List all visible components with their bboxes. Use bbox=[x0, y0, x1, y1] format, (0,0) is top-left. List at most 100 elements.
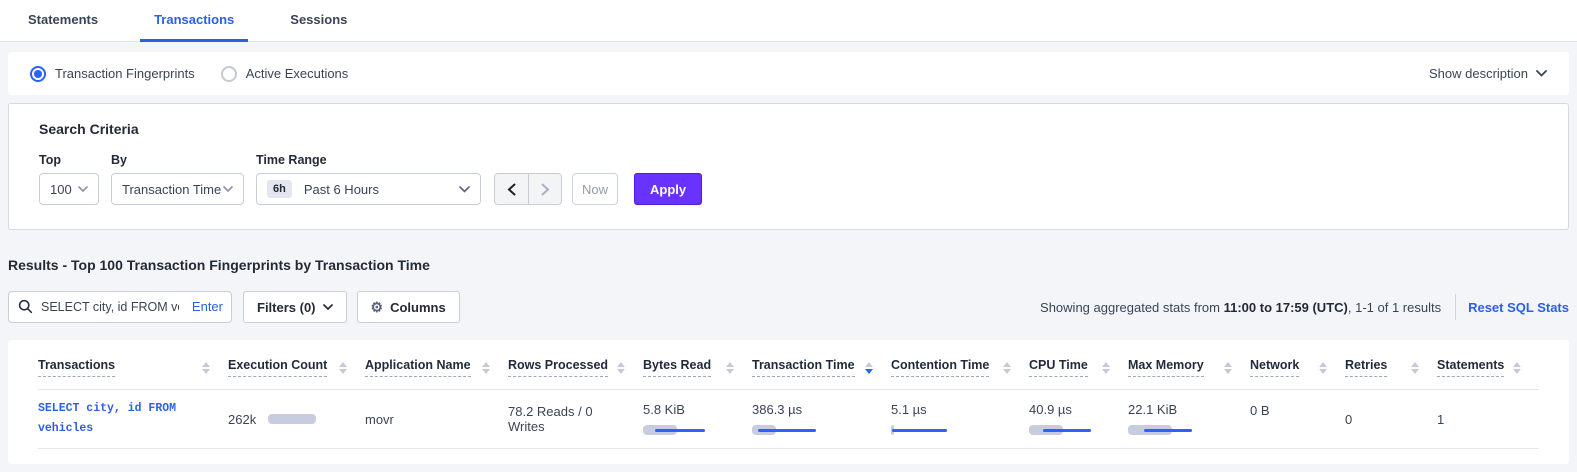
by-select[interactable]: Transaction Time bbox=[111, 173, 244, 205]
cell-application-name: movr bbox=[365, 412, 508, 427]
column-header-rows-processed[interactable]: Rows Processed bbox=[508, 358, 643, 377]
cpu-time-bar bbox=[1029, 424, 1119, 436]
results-toolbar: Enter Filters (0) ⚙ Columns Showing aggr… bbox=[8, 291, 1569, 323]
stats-area: Showing aggregated stats from 11:00 to 1… bbox=[1040, 294, 1569, 320]
sort-icon[interactable] bbox=[857, 362, 873, 374]
cell-retries: 0 bbox=[1345, 412, 1437, 427]
column-header-bytes-read[interactable]: Bytes Read bbox=[643, 358, 752, 377]
chevron-down-icon bbox=[459, 186, 470, 193]
transaction-time-bar bbox=[752, 424, 842, 436]
tab-sessions[interactable]: Sessions bbox=[276, 12, 361, 42]
chevron-right-icon bbox=[541, 183, 550, 196]
sort-icon[interactable] bbox=[609, 362, 625, 374]
bytes-read-bar bbox=[643, 424, 733, 436]
transaction-fingerprint-link[interactable]: SELECT city, id FROM vehicles bbox=[38, 402, 176, 435]
time-range-value: Past 6 Hours bbox=[304, 182, 379, 197]
show-description-toggle[interactable]: Show description bbox=[1429, 66, 1547, 81]
aggregated-stats-text: Showing aggregated stats from 11:00 to 1… bbox=[1040, 300, 1441, 315]
time-range-next-button[interactable] bbox=[528, 174, 561, 204]
column-header-transactions[interactable]: Transactions bbox=[38, 358, 228, 377]
sort-icon[interactable] bbox=[1311, 362, 1327, 374]
max-memory-bar bbox=[1128, 424, 1218, 436]
divider bbox=[1455, 294, 1456, 320]
sort-icon[interactable] bbox=[331, 362, 347, 374]
by-label: By bbox=[111, 153, 244, 167]
cell-contention-time: 5.1 µs bbox=[891, 402, 1029, 436]
tab-transactions[interactable]: Transactions bbox=[140, 12, 248, 42]
top-label: Top bbox=[39, 153, 99, 167]
column-header-retries[interactable]: Retries bbox=[1345, 358, 1437, 377]
cell-max-memory: 22.1 KiB bbox=[1128, 402, 1250, 436]
radio-transaction-fingerprints[interactable]: Transaction Fingerprints bbox=[30, 66, 195, 82]
by-select-value: Transaction Time bbox=[122, 182, 221, 197]
time-range-control: Time Range 6h Past 6 Hours bbox=[256, 153, 481, 205]
column-header-application-name[interactable]: Application Name bbox=[365, 358, 508, 377]
results-table: Transactions Execution Count Application… bbox=[8, 340, 1569, 464]
view-toggle-strip: Transaction Fingerprints Active Executio… bbox=[8, 52, 1569, 95]
search-criteria-card: Search Criteria Top 100 By Transaction T… bbox=[8, 103, 1569, 230]
results-title: Results - Top 100 Transaction Fingerprin… bbox=[8, 257, 1569, 273]
tab-statements[interactable]: Statements bbox=[14, 12, 112, 42]
radio-selected-icon bbox=[30, 66, 46, 82]
chevron-down-icon bbox=[1536, 70, 1547, 77]
radio-label: Transaction Fingerprints bbox=[55, 66, 195, 81]
time-range-label: Time Range bbox=[256, 153, 481, 167]
reset-sql-stats-link[interactable]: Reset SQL Stats bbox=[1468, 300, 1569, 315]
page-tabbar: Statements Transactions Sessions bbox=[0, 0, 1577, 42]
cell-rows-processed: 78.2 Reads / 0 Writes bbox=[508, 404, 643, 434]
sort-icon[interactable] bbox=[1505, 362, 1521, 374]
enter-hint: Enter bbox=[192, 299, 223, 314]
time-range-select[interactable]: 6h Past 6 Hours bbox=[256, 173, 481, 205]
sort-icon[interactable] bbox=[718, 362, 734, 374]
cell-statements: 1 bbox=[1437, 412, 1539, 427]
search-icon bbox=[18, 299, 33, 314]
column-header-transaction-time[interactable]: Transaction Time bbox=[752, 358, 891, 377]
column-header-statements[interactable]: Statements bbox=[1437, 358, 1539, 377]
time-range-prev-button[interactable] bbox=[495, 174, 528, 204]
sort-icon[interactable] bbox=[194, 362, 210, 374]
cell-execution-count: 262k bbox=[228, 412, 365, 427]
sort-icon[interactable] bbox=[1216, 362, 1232, 374]
top-select-value: 100 bbox=[50, 182, 72, 197]
search-criteria-controls: Top 100 By Transaction Time Time Range 6… bbox=[39, 153, 1538, 205]
contention-time-bar bbox=[891, 424, 981, 436]
column-header-execution-count[interactable]: Execution Count bbox=[228, 358, 365, 377]
gear-icon: ⚙ bbox=[371, 300, 384, 314]
columns-button[interactable]: ⚙ Columns bbox=[357, 291, 460, 323]
sort-icon[interactable] bbox=[1094, 362, 1110, 374]
sort-icon[interactable] bbox=[1403, 362, 1419, 374]
radio-unselected-icon bbox=[221, 66, 237, 82]
column-header-contention-time[interactable]: Contention Time bbox=[891, 358, 1029, 377]
show-description-label: Show description bbox=[1429, 66, 1528, 81]
chevron-down-icon bbox=[323, 304, 333, 310]
apply-button[interactable]: Apply bbox=[634, 173, 702, 205]
search-criteria-title: Search Criteria bbox=[39, 121, 1538, 137]
cell-network: 0 B bbox=[1250, 390, 1345, 418]
chevron-down-icon bbox=[78, 186, 88, 192]
time-range-nav-group bbox=[494, 173, 562, 205]
table-header-row: Transactions Execution Count Application… bbox=[38, 346, 1539, 390]
now-button[interactable]: Now bbox=[572, 173, 618, 205]
sql-search-box: Enter bbox=[8, 291, 232, 323]
sort-icon[interactable] bbox=[474, 362, 490, 374]
column-header-max-memory[interactable]: Max Memory bbox=[1128, 358, 1250, 377]
cell-cpu-time: 40.9 µs bbox=[1029, 402, 1128, 436]
cell-bytes-read: 5.8 KiB bbox=[643, 402, 752, 436]
by-control: By Transaction Time bbox=[111, 153, 244, 205]
filters-button[interactable]: Filters (0) bbox=[243, 291, 347, 323]
chevron-left-icon bbox=[507, 183, 516, 196]
time-range-badge: 6h bbox=[267, 180, 292, 198]
cell-transaction-time: 386.3 µs bbox=[752, 402, 891, 436]
sort-icon[interactable] bbox=[995, 362, 1011, 374]
cell-transaction: SELECT city, id FROM vehicles bbox=[38, 399, 228, 438]
columns-label: Columns bbox=[390, 300, 446, 315]
column-header-cpu-time[interactable]: CPU Time bbox=[1029, 358, 1128, 377]
top-control: Top 100 bbox=[39, 153, 99, 205]
chevron-down-icon bbox=[223, 186, 233, 192]
table-row: SELECT city, id FROM vehicles 262k movr … bbox=[38, 390, 1539, 449]
radio-active-executions[interactable]: Active Executions bbox=[221, 66, 349, 82]
top-select[interactable]: 100 bbox=[39, 173, 99, 205]
execution-count-bar bbox=[268, 413, 318, 425]
radio-label: Active Executions bbox=[246, 66, 349, 81]
column-header-network[interactable]: Network bbox=[1250, 358, 1345, 377]
